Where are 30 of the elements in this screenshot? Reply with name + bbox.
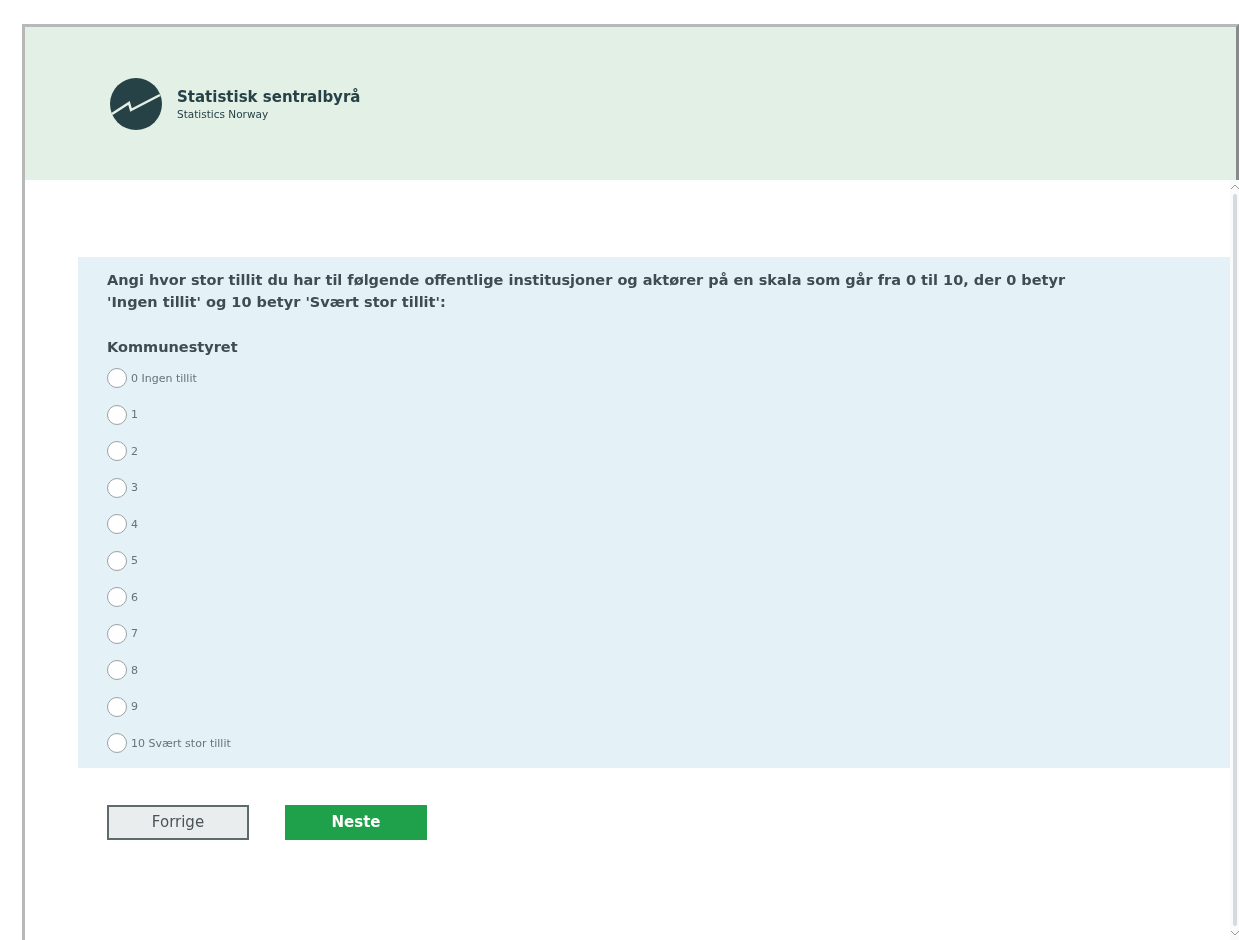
org-subtitle: Statistics Norway — [177, 107, 270, 120]
radio-button[interactable] — [107, 514, 127, 535]
radio-button[interactable] — [107, 550, 127, 571]
radio-button[interactable] — [107, 404, 127, 425]
previous-button[interactable]: Forrige — [107, 804, 249, 840]
org-name: Statistisk sentralbyrå — [177, 87, 361, 106]
radio-button[interactable] — [107, 441, 127, 462]
radio-button[interactable] — [107, 660, 127, 681]
option-label: 6 — [131, 590, 138, 604]
logo-icon — [109, 76, 163, 131]
radio-button[interactable] — [107, 368, 127, 389]
item-label: Kommunestyret — [107, 339, 239, 355]
option-label: 4 — [131, 517, 138, 531]
option-label: 5 — [131, 554, 138, 568]
radio-button[interactable] — [107, 696, 127, 717]
option-label: 9 — [131, 700, 138, 714]
option-label: 1 — [131, 408, 138, 422]
option-label: 3 — [131, 481, 138, 495]
option-label: 8 — [131, 663, 138, 677]
radio-button[interactable] — [107, 587, 127, 608]
option-label: 10 Svært stor tillit — [131, 736, 231, 750]
question-text: Angi hvor stor tillit du har til følgende offentlige institusjoner og aktører på en skala som går fra 0 til 10, der 0 betyr 'Ingen tillit' og 10 betyr 'Svært stor tillit': — [107, 271, 1067, 312]
option-label: 7 — [131, 627, 138, 641]
option-label: 2 — [131, 444, 138, 458]
scroll-down-icon[interactable] — [1230, 930, 1239, 936]
radio-button[interactable] — [107, 477, 127, 498]
radio-button[interactable] — [107, 733, 127, 754]
radio-button[interactable] — [107, 623, 127, 644]
scroll-up-icon[interactable] — [1230, 184, 1239, 190]
option-label: 0 Ingen tillit — [131, 371, 197, 385]
